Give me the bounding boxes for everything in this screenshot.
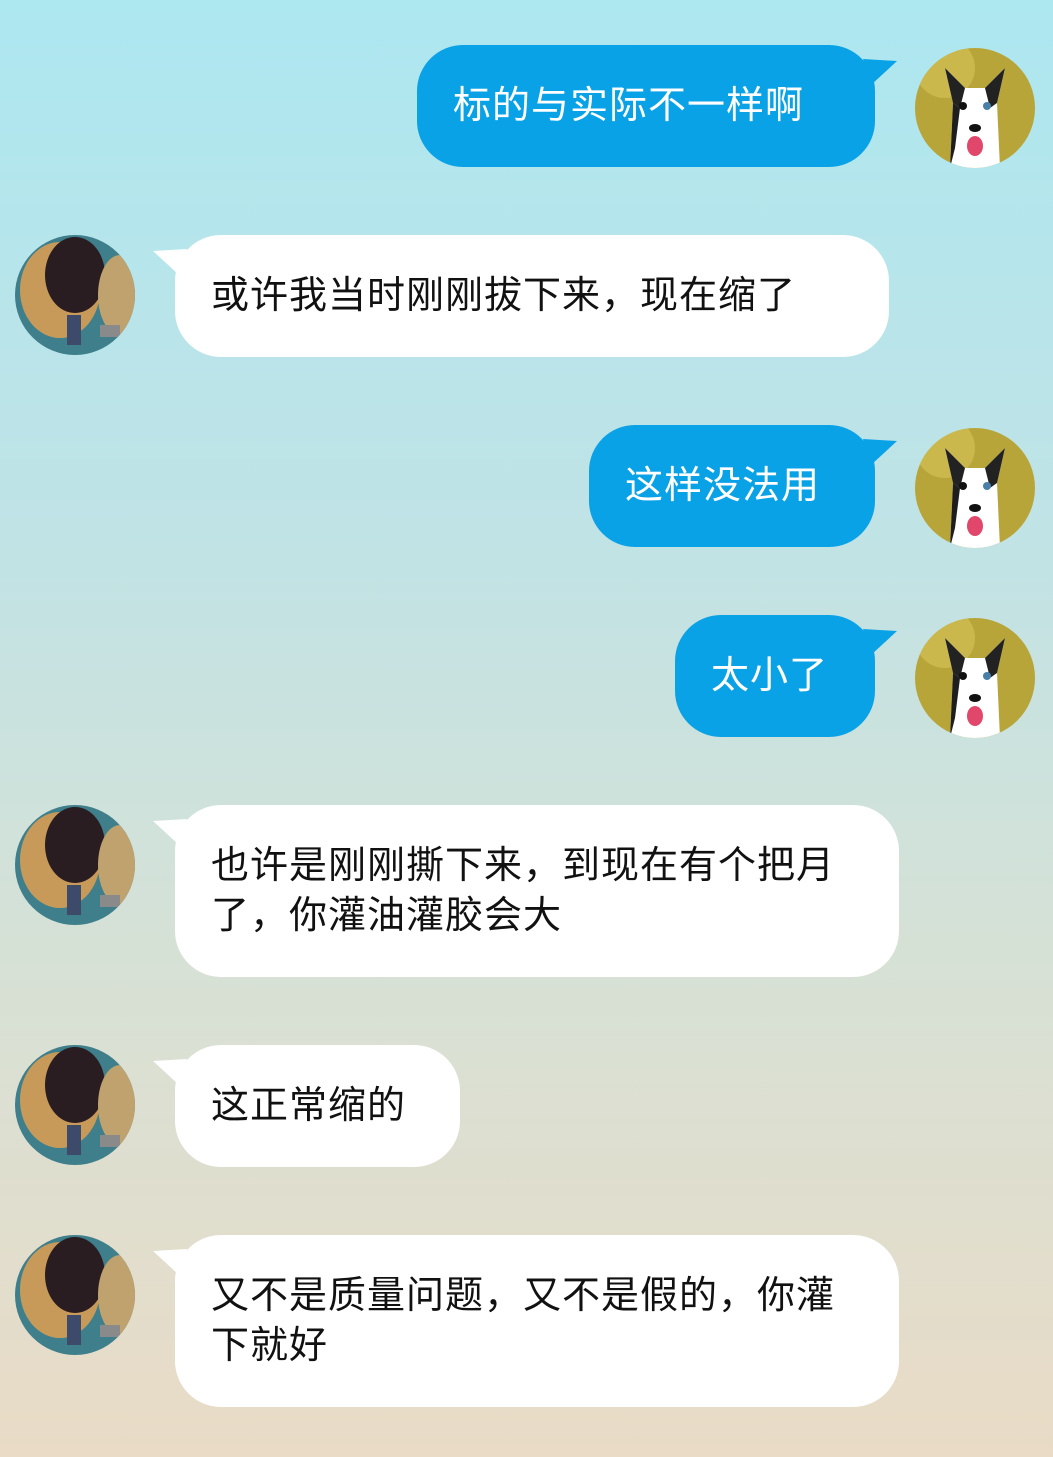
incoming-message-bubble[interactable]: 或许我当时刚刚拔下来，现在缩了 xyxy=(153,235,889,357)
bubble-tail xyxy=(153,819,187,845)
message-text: 这样没法用 xyxy=(625,463,821,507)
message-row: 又不是质量问题，又不是假的，你灌下就好 xyxy=(0,1235,1053,1410)
bubble-tail xyxy=(153,249,187,275)
message-text: 或许我当时刚刚拔下来，现在缩了 xyxy=(211,273,797,317)
bubble-tail xyxy=(863,629,897,655)
message-text: 标的与实际不一样啊 xyxy=(453,83,805,127)
message-row: 也许是刚刚撕下来，到现在有个把月了，你灌油灌胶会大 xyxy=(0,805,1053,980)
message-text: 这正常缩的 xyxy=(211,1083,407,1127)
message-row: 或许我当时刚刚拔下来，现在缩了 xyxy=(0,235,1053,360)
outgoing-message-bubble[interactable]: 这样没法用 xyxy=(589,425,897,547)
contact-avatar-paddles-icon[interactable] xyxy=(15,1235,135,1355)
message-row: 标的与实际不一样啊 xyxy=(0,45,1053,170)
incoming-message-bubble[interactable]: 又不是质量问题，又不是假的，你灌下就好 xyxy=(153,1235,899,1407)
message-row: 这正常缩的 xyxy=(0,1045,1053,1170)
bubble-tail xyxy=(153,1249,187,1275)
message-row: 太小了 xyxy=(0,615,1053,740)
message-text: 又不是质量问题，又不是假的，你灌下就好 xyxy=(211,1273,836,1367)
bubble-tail xyxy=(153,1059,187,1085)
bubble-tail xyxy=(863,59,897,85)
incoming-message-bubble[interactable]: 这正常缩的 xyxy=(153,1045,460,1167)
outgoing-message-bubble[interactable]: 太小了 xyxy=(675,615,897,737)
my-avatar-husky-icon[interactable] xyxy=(915,48,1035,168)
my-avatar-husky-icon[interactable] xyxy=(915,428,1035,548)
outgoing-message-bubble[interactable]: 标的与实际不一样啊 xyxy=(417,45,897,167)
contact-avatar-paddles-icon[interactable] xyxy=(15,235,135,355)
incoming-message-bubble[interactable]: 也许是刚刚撕下来，到现在有个把月了，你灌油灌胶会大 xyxy=(153,805,899,977)
contact-avatar-paddles-icon[interactable] xyxy=(15,1045,135,1165)
bubble-tail xyxy=(863,439,897,465)
message-text: 也许是刚刚撕下来，到现在有个把月了，你灌油灌胶会大 xyxy=(211,843,836,937)
message-text: 太小了 xyxy=(711,653,829,697)
message-row: 这样没法用 xyxy=(0,425,1053,550)
my-avatar-husky-icon[interactable] xyxy=(915,618,1035,738)
contact-avatar-paddles-icon[interactable] xyxy=(15,805,135,925)
